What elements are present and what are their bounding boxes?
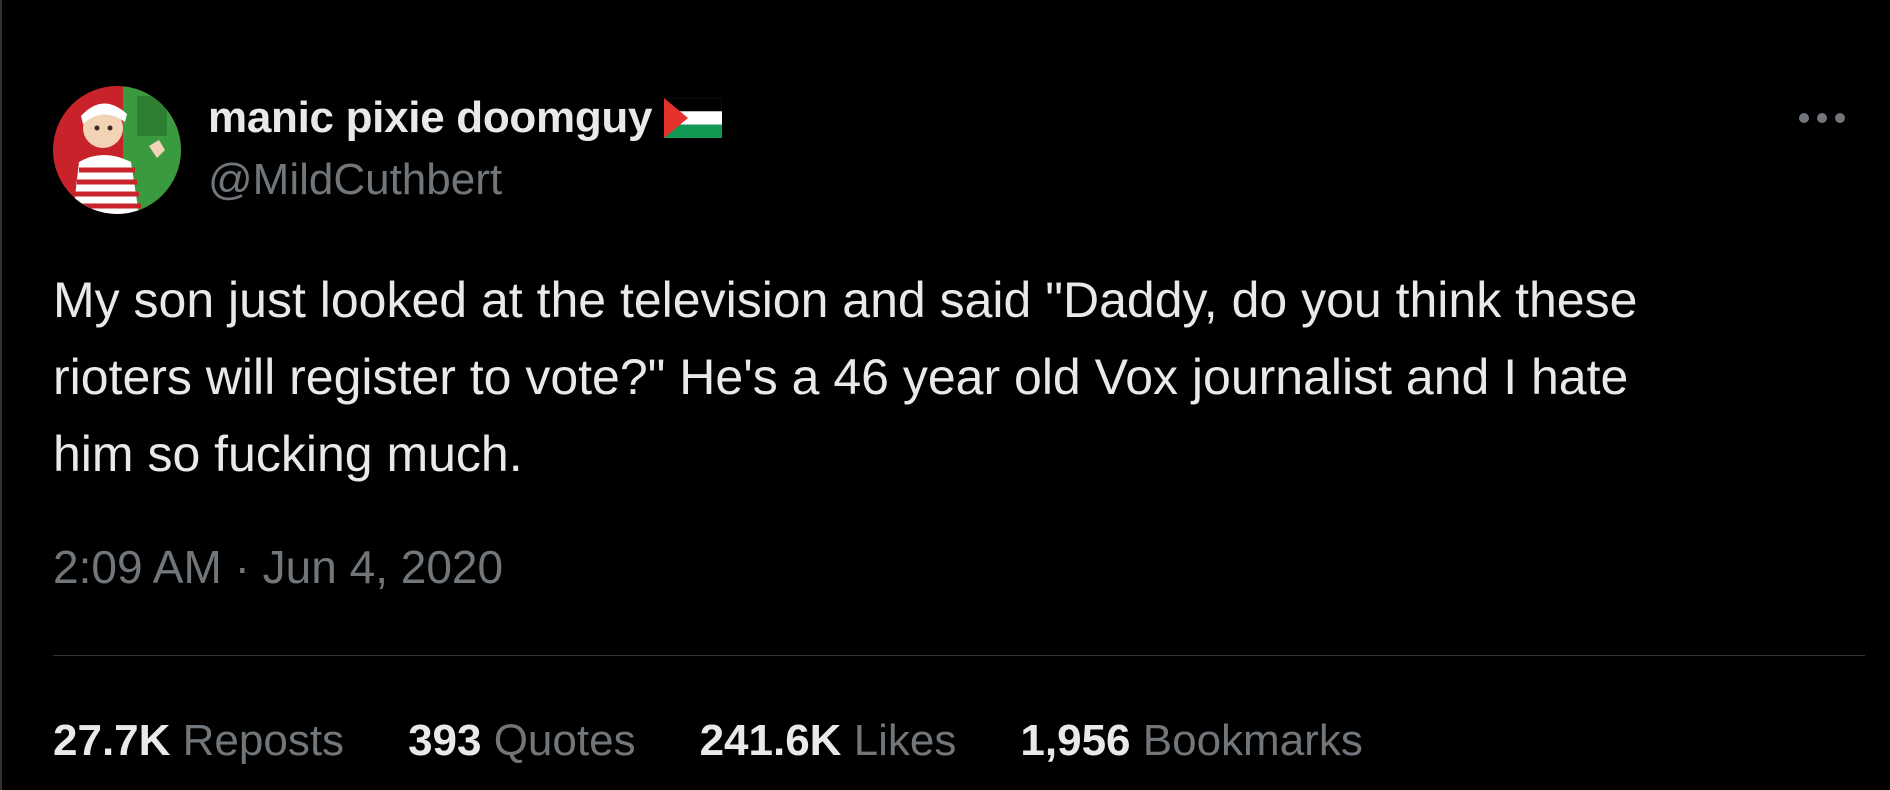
left-border bbox=[0, 0, 2, 790]
tweet-text: My son just looked at the television and… bbox=[53, 272, 1638, 482]
bookmarks-count: 1,956 bbox=[1020, 716, 1143, 765]
divider bbox=[53, 655, 1865, 656]
likes-count: 241.6K bbox=[699, 716, 854, 765]
engagement-stats: 27.7K Reposts 393 Quotes 241.6K Likes 1,… bbox=[53, 716, 1427, 766]
tweet-time[interactable]: 2:09 AM bbox=[53, 541, 222, 593]
quotes-count: 393 bbox=[408, 716, 494, 765]
more-horizontal-icon bbox=[1799, 113, 1845, 123]
likes-label: Likes bbox=[853, 716, 957, 765]
timestamp-separator: · bbox=[234, 541, 263, 593]
display-name[interactable]: manic pixie doomguy bbox=[208, 93, 652, 143]
display-name-row: manic pixie doomguy bbox=[208, 90, 723, 146]
profile-avatar-image bbox=[53, 86, 181, 214]
reposts-label: Reposts bbox=[182, 716, 345, 765]
tweet-date[interactable]: Jun 4, 2020 bbox=[263, 541, 503, 593]
likes-stat[interactable]: 241.6K Likes bbox=[700, 716, 957, 766]
quotes-stat[interactable]: 393 Quotes bbox=[408, 716, 636, 766]
user-handle[interactable]: @MildCuthbert bbox=[208, 155, 502, 205]
bookmarks-label: Bookmarks bbox=[1142, 716, 1363, 765]
avatar[interactable] bbox=[53, 86, 181, 214]
reposts-stat[interactable]: 27.7K Reposts bbox=[53, 716, 344, 766]
more-options-button[interactable] bbox=[1794, 100, 1850, 136]
bookmarks-stat[interactable]: 1,956 Bookmarks bbox=[1020, 716, 1362, 766]
timestamp-row: 2:09 AM · Jun 4, 2020 bbox=[53, 540, 503, 594]
quotes-label: Quotes bbox=[493, 716, 636, 765]
palestine-flag-icon bbox=[664, 98, 723, 138]
reposts-count: 27.7K bbox=[53, 716, 183, 765]
tweet-card: manic pixie doomguy @MildCuthbert My son… bbox=[0, 0, 1890, 790]
